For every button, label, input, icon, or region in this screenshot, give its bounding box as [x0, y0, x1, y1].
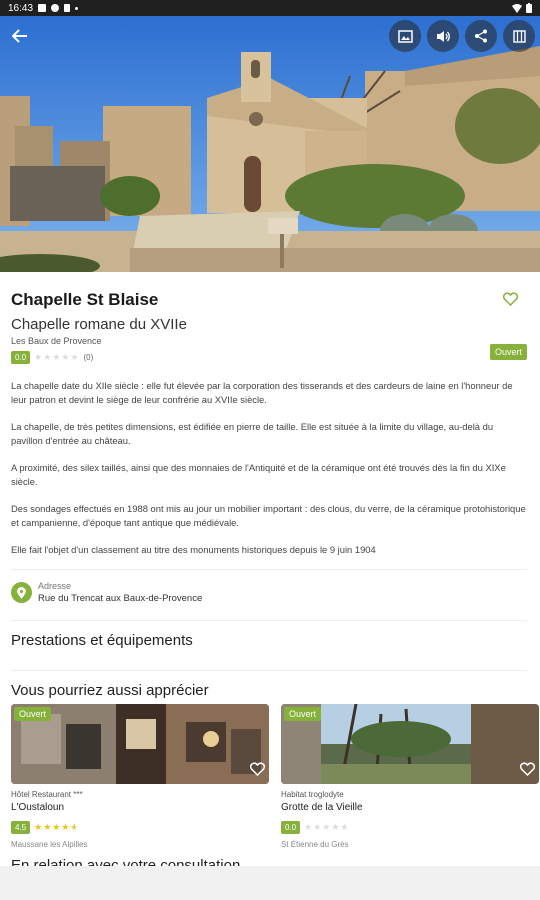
- description-paragraph: La chapelle date du XIIe siècle : elle f…: [11, 380, 513, 405]
- notification-icon: [38, 4, 47, 12]
- share-icon: [475, 29, 487, 43]
- card-photo: Ouvert: [11, 704, 269, 784]
- notification-icon-2: [64, 4, 71, 12]
- place-subtitle: Chapelle romane du XVIIe: [11, 316, 187, 333]
- audio-button[interactable]: [427, 20, 459, 52]
- divider: [11, 569, 527, 570]
- card-type: Habitat troglodyte: [281, 790, 344, 799]
- card-status-badge: Ouvert: [14, 707, 52, 721]
- clock: 16:43: [8, 2, 34, 14]
- gallery-icon: [397, 29, 413, 43]
- divider: [11, 620, 527, 621]
- address-label: Adresse: [38, 581, 72, 591]
- services-heading[interactable]: Prestations et équipements: [11, 632, 193, 649]
- card-name: Grotte de la Vieille: [281, 802, 363, 813]
- heart-icon: [519, 762, 536, 777]
- back-arrow-icon: [12, 29, 27, 43]
- suggestions-heading: Vous pourriez aussi apprécier: [11, 682, 209, 699]
- place-locality: Les Baux de Provence: [11, 336, 102, 346]
- wifi-icon: [512, 3, 522, 13]
- card-favorite-button[interactable]: [519, 762, 536, 781]
- favorite-button[interactable]: [502, 292, 519, 311]
- rating-stars: ★★★★★: [34, 352, 80, 362]
- card-type: Hôtel Restaurant ***: [11, 790, 83, 799]
- map-button[interactable]: [503, 20, 535, 52]
- card-stars: ★★★★★★: [34, 822, 80, 832]
- heart-icon: [502, 292, 519, 307]
- description-paragraph: La chapelle, de très petites dimensions,…: [11, 421, 494, 446]
- volume-icon: [436, 30, 450, 42]
- address-value: Rue du Trencat aux Baux-de-Provence: [38, 593, 203, 604]
- card-photo: Ouvert: [281, 704, 539, 784]
- gallery-button[interactable]: [389, 20, 421, 52]
- description-paragraph: Elle fait l'objet d'un classement au tit…: [11, 544, 376, 555]
- share-button[interactable]: [465, 20, 497, 52]
- status-badge: Ouvert: [490, 344, 528, 360]
- bottom-fade: [0, 866, 540, 900]
- suggestion-card[interactable]: Ouvert Habitat troglodyte Grotte de la V…: [281, 704, 539, 849]
- page-title: Chapelle St Blaise: [11, 290, 159, 309]
- rating-score: 0.0: [11, 351, 31, 364]
- suggestion-card[interactable]: Ouvert Hôtel Restaurant *** L'Oustaloun …: [11, 704, 269, 849]
- card-score: 0.0: [281, 821, 301, 834]
- more-notifications-icon: [75, 6, 79, 10]
- card-favorite-button[interactable]: [249, 762, 266, 781]
- card-score: 4.5: [11, 821, 31, 834]
- card-rating: 4.5 ★★★★★★: [11, 821, 269, 834]
- status-bar: 16:43: [0, 0, 540, 16]
- card-town: Maussane les Alpilles: [11, 840, 88, 849]
- address-row[interactable]: Adresse Rue du Trencat aux Baux-de-Prove…: [11, 581, 202, 604]
- description: La chapelle date du XIIe siècle : elle f…: [11, 379, 526, 570]
- review-count: (0): [83, 353, 94, 362]
- divider: [11, 670, 527, 671]
- hero-photo: [0, 16, 540, 272]
- location-status-icon: [51, 4, 60, 12]
- card-status-badge: Ouvert: [284, 707, 322, 721]
- battery-icon: [526, 3, 532, 13]
- card-town: St Étienne du Grès: [281, 840, 349, 849]
- card-name: L'Oustaloun: [11, 802, 65, 813]
- card-rating: 0.0 ★★★★★: [281, 821, 539, 834]
- description-paragraph: A proximité, des silex taillés, ainsi qu…: [11, 462, 506, 487]
- location-pin-icon: [11, 582, 32, 603]
- back-button[interactable]: [6, 22, 34, 50]
- heart-icon: [249, 762, 266, 777]
- card-stars: ★★★★★: [304, 822, 350, 832]
- map-icon: [512, 29, 526, 43]
- rating-row: 0.0 ★★★★★ (0): [11, 351, 93, 364]
- description-paragraph: Des sondages effectués en 1988 ont mis a…: [11, 503, 526, 528]
